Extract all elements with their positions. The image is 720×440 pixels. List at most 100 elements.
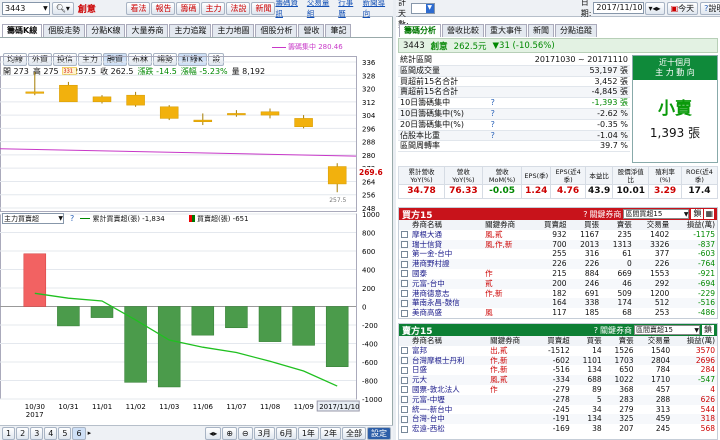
link-volume[interactable]: 交易量組 [307,0,335,19]
range-2y[interactable]: 2年 [319,426,341,440]
row-checkbox[interactable] [399,279,410,289]
tab-major-events[interactable]: 重大事件 [485,24,527,37]
days-select[interactable]: ▼ [410,2,435,14]
search-button[interactable]: 🔍︎▾ [51,1,74,15]
help-icon[interactable]: ? [491,98,495,107]
date-input[interactable]: 2017/11/10 [593,2,644,14]
table-row[interactable]: 港商德意志 作,新 182 691 509 1200 -229 [399,288,717,299]
buy-lock-button[interactable]: 鎖 [691,209,704,219]
tab-news[interactable]: 新聞 [528,24,554,37]
tab-main-track[interactable]: 主力追蹤 [169,24,212,37]
page-1[interactable]: 1 [2,426,16,440]
tab-notes[interactable]: 筆記 [325,24,352,37]
help-icon[interactable]: ? [70,214,74,223]
row-checkbox[interactable] [399,230,410,240]
page-6[interactable]: 6 [72,426,86,440]
row-checkbox[interactable] [399,395,410,405]
row-checkbox[interactable] [399,424,410,434]
page-2[interactable]: 2 [16,426,30,440]
table-row[interactable]: 日盛 作,新 -516 134 650 784 284 [399,365,717,376]
help-button[interactable]: ?說明 [700,1,720,15]
page-3[interactable]: 3 [30,426,44,440]
table-row[interactable]: 國泰 作 215 884 669 1553 -921 [399,268,717,279]
table-row[interactable]: 宏遠-西松 -169 38 207 245 568 [399,424,717,434]
chevron-down-icon: ▼ [58,215,63,222]
sell-lock-button[interactable]: 鎖 [702,325,714,335]
row-checkbox[interactable] [399,308,410,318]
tab-revenue[interactable]: 營收 [298,24,325,37]
help-icon[interactable]: ? [594,326,598,335]
row-checkbox[interactable] [399,365,410,375]
table-row[interactable]: 元大 風,貳 -334 688 1022 1710 -547 [399,375,717,385]
zoom-out-icon[interactable]: ⊖ [237,426,253,440]
buy-grid-icon[interactable]: ▦ [704,209,714,219]
table-row[interactable]: 港商野村證 226 226 0 226 -764 [399,259,717,269]
range-all[interactable]: 全部 [342,426,366,440]
zoom-in-icon[interactable]: ⊕ [222,426,237,440]
scroll-left-icon[interactable]: ◂▸ [205,426,222,440]
page-4[interactable]: 4 [44,426,58,440]
row-checkbox[interactable] [399,414,410,424]
row-checkbox[interactable] [399,289,410,299]
help-icon[interactable]: ? [491,109,495,118]
row-checkbox[interactable] [399,259,410,269]
sell-filter-select[interactable]: 區間賣超15 ▼ [634,325,700,335]
table-row[interactable]: 瑞士信貸 風,作,新 700 2013 1313 3326 -837 [399,239,717,250]
tab-trend[interactable]: 個股走勢 [43,24,86,37]
btn-main[interactable]: 主力 [201,1,226,15]
broker-header: 買賣超 [544,220,567,229]
row-checkbox[interactable] [399,356,410,366]
btn-conference[interactable]: 法說 [226,1,251,15]
date-step-buttons[interactable]: ▾◂▸ [644,1,665,15]
table-row[interactable]: 摩根大通 風,貳 932 1167 235 1402 -1175 [399,229,717,240]
range-1y[interactable]: 1年 [297,426,319,440]
indicator-select[interactable]: 主力買賣超 ▼ [2,213,64,224]
tab-chip-analysis[interactable]: 籌碼分析 [399,24,441,37]
row-checkbox[interactable] [399,298,410,308]
chevron-down-icon[interactable]: ▼ [43,5,49,12]
link-calendar[interactable]: 行事曆 [338,0,359,19]
row-checkbox[interactable] [399,375,410,385]
help-icon[interactable]: ? [583,210,587,219]
table-row[interactable]: 元富-中壢 -278 5 283 288 626 [399,394,717,405]
range-3m[interactable]: 3月 [253,426,275,440]
table-row[interactable]: 第一金-台中 255 316 61 377 -603 [399,249,717,260]
range-6m[interactable]: 6月 [275,426,297,440]
table-row[interactable]: 國票-敦北法人 作 -279 89 368 457 4 [399,384,717,395]
range-settings[interactable]: 設定 [367,426,391,440]
btn-view[interactable]: 看法 [126,1,151,15]
link-news-guide[interactable]: 新聞導向 [363,0,391,19]
btn-chips[interactable]: 籌碼 [176,1,201,15]
tab-branch-track[interactable]: 分點追蹤 [555,24,597,37]
row-checkbox[interactable] [399,240,410,250]
table-row[interactable]: 美商高盛 風 117 185 68 253 -486 [399,308,717,318]
table-row[interactable]: 華南永昌-鼓信 164 338 174 512 -516 [399,298,717,309]
page-5[interactable]: 5 [58,426,72,440]
row-checkbox[interactable] [399,249,410,259]
symbol-input[interactable]: 3443 ▼ [2,1,50,15]
btn-report[interactable]: 報告 [151,1,176,15]
row-checkbox[interactable] [399,385,410,395]
tab-chip-kline[interactable]: 籌碼K線 [2,24,43,37]
today-button[interactable]: ▣今天 [666,1,699,15]
link-chip-info[interactable]: 籌碼資訊 [275,0,303,19]
chevron-right-icon[interactable]: ▸ [88,429,92,437]
table-row[interactable]: 台灣摩根士丹利 作,新 -602 1101 1703 2804 2696 [399,355,717,366]
help-icon[interactable]: ? [491,120,495,129]
help-icon[interactable]: ? [491,131,495,140]
left-panel: 3443 ▼ 🔍︎▾ 創意 看法 報告 籌碼 主力 法說 新聞 籌碼資訊 交易量… [0,0,393,440]
tab-main-map[interactable]: 主力地圖 [212,24,255,37]
row-checkbox[interactable] [399,269,410,279]
buy-filter-select[interactable]: 區間買超15 ▼ [623,209,690,219]
tab-big-broker[interactable]: 大量券商 [126,24,169,37]
table-row[interactable]: 統一-新台中 -245 34 279 313 544 [399,404,717,415]
btn-news[interactable]: 新聞 [251,1,276,15]
tab-revenue-compare[interactable]: 營收比較 [442,24,484,37]
tab-analysis[interactable]: 個股分析 [255,24,298,37]
table-row[interactable]: 台灣-台中 -191 134 325 459 318 [399,414,717,425]
table-row[interactable]: 富邦 出,貳 -1512 14 1526 1540 3570 [399,345,717,356]
row-checkbox[interactable] [399,346,410,356]
table-row[interactable]: 元富-台中 貳 200 246 46 292 -694 [399,278,717,289]
row-checkbox[interactable] [399,405,410,415]
tab-branch-kline[interactable]: 分點K線 [86,24,126,37]
